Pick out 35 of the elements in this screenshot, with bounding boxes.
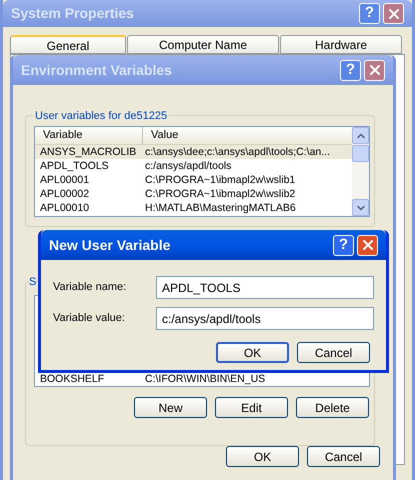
dialog-button[interactable]: OK	[226, 446, 299, 467]
help-button[interactable]: ?	[359, 3, 380, 24]
variable-cell-text: BOOKSHELF	[39, 372, 106, 386]
window-title: New User Variable	[49, 236, 170, 254]
default-button[interactable]: OK	[216, 342, 289, 363]
value-cell-text: C:\PROGRA~1\ibmapl2w\wslib2	[144, 187, 296, 201]
variable-cell-text: APDL_TOOLS	[39, 159, 110, 173]
value-cell-text: c:\ansys\dee;c:\ansys\apdl\tools;C:\an...	[144, 145, 330, 159]
variable-cell-text: APL00001	[39, 173, 90, 187]
value-cell-text: c:/ansys/apdl/tools	[144, 159, 232, 173]
dialog-button[interactable]: Cancel	[307, 446, 380, 467]
column-header[interactable]: Value	[143, 127, 178, 144]
field-label: Variable value:	[53, 311, 126, 326]
variable-cell-text: APL00002	[39, 187, 90, 201]
variable-cell-text: ANSYS_MACROLIB	[39, 145, 138, 159]
window-title: Environment Variables	[21, 60, 172, 80]
value-cell-text: C:\IFOR\WIN\BIN\EN_US	[144, 372, 266, 386]
input-field[interactable]: APDL_TOOLS	[156, 276, 374, 299]
value-cell-text: C:\PROGRA~1\ibmapl2w\wslib1	[144, 173, 296, 187]
column-header[interactable]: Variable	[35, 127, 143, 144]
dialog-button[interactable]: New	[134, 397, 207, 418]
dialog-button[interactable]: Delete	[296, 397, 369, 418]
field-label: Variable name:	[53, 280, 128, 296]
tab[interactable]: Hardware	[280, 35, 402, 54]
help-button[interactable]: ?	[340, 60, 361, 80]
list-row[interactable]: ANSYS_MACROLIB c:\ansys\dee;c:\ansys\apdl\tools;C:\an...	[35, 145, 352, 159]
dialog-button[interactable]: Edit	[215, 397, 288, 418]
tab[interactable]: Computer Name	[127, 35, 279, 54]
variable-cell-text: APL00010	[39, 201, 90, 215]
window-title: System Properties	[11, 4, 134, 23]
tab[interactable]: General	[10, 35, 126, 54]
input-field[interactable]: c:/ansys/apdl/tools	[156, 307, 374, 330]
value-cell-text: H:\MATLAB\MasteringMATLAB6	[144, 201, 296, 215]
help-button[interactable]: ?	[333, 234, 354, 256]
dialog-button[interactable]: Cancel	[297, 342, 370, 363]
